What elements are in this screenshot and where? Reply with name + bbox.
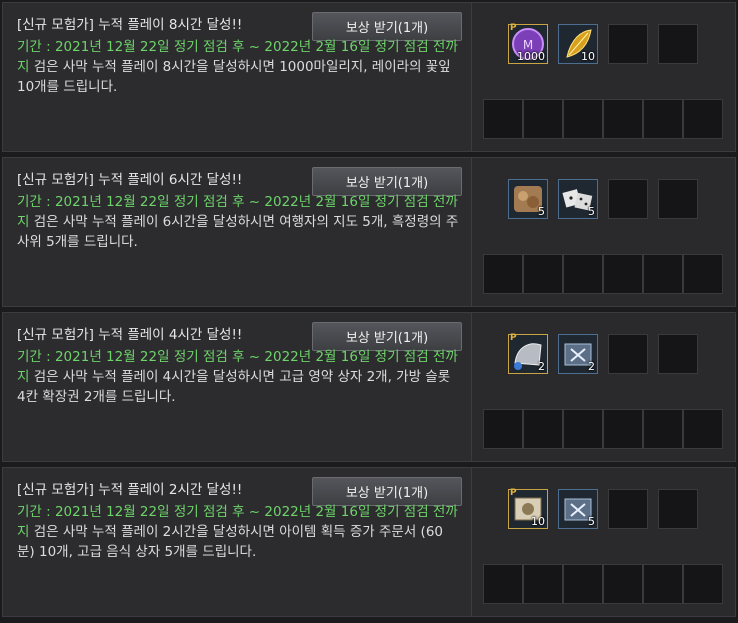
quest-card: [신규 모험가] 누적 플레이 8시간 달성!! 보상 받기(1개) 기간 : 20… — [2, 2, 736, 152]
quest-reward-list: [신규 모험가] 누적 플레이 8시간 달성!! 보상 받기(1개) 기간 : 20… — [0, 0, 738, 623]
empty-reward-slot — [683, 409, 723, 449]
empty-reward-slot — [563, 409, 603, 449]
empty-reward-slot — [608, 179, 648, 219]
empty-reward-slot — [658, 24, 698, 64]
empty-reward-slot — [603, 564, 643, 604]
quest-info: [신규 모험가] 누적 플레이 6시간 달성!! 보상 받기(1개) 기간 : 20… — [3, 158, 471, 306]
quest-description: 기간 : 2021년 12월 22일 정기 점검 후 ~ 2022년 2월 16… — [17, 347, 459, 407]
empty-reward-slot — [563, 564, 603, 604]
empty-reward-slot — [483, 564, 523, 604]
empty-reward-slot — [608, 24, 648, 64]
reward-item-slot[interactable]: P 10 — [508, 488, 548, 529]
quest-card: [신규 모험가] 누적 플레이 2시간 달성!! 보상 받기(1개) 기간 : 20… — [2, 467, 736, 617]
reward-item-slot[interactable]: 5 — [508, 179, 548, 219]
quest-title: [신규 모험가] 누적 플레이 6시간 달성!! — [17, 172, 243, 188]
item-quantity: 10 — [531, 515, 545, 528]
quest-description: 기간 : 2021년 12월 22일 정기 점검 후 ~ 2022년 2월 16… — [17, 192, 459, 252]
item-quantity: 1000 — [517, 50, 545, 63]
quest-title: [신규 모험가] 누적 플레이 2시간 달성!! — [17, 482, 243, 498]
empty-reward-slot — [563, 254, 603, 294]
quest-title: [신규 모험가] 누적 플레이 4시간 달성!! — [17, 327, 243, 343]
empty-reward-slot — [523, 564, 563, 604]
empty-reward-slot — [603, 254, 643, 294]
premium-mark: P — [510, 23, 517, 33]
reward-item-slot[interactable]: 10 — [558, 24, 598, 64]
item-quantity: 5 — [588, 205, 595, 218]
empty-reward-slot — [608, 334, 648, 374]
reward-item-slot[interactable]: 5 — [558, 489, 598, 529]
empty-reward-slot — [523, 254, 563, 294]
empty-reward-slot — [643, 99, 683, 139]
empty-reward-slot — [658, 179, 698, 219]
premium-mark: P — [510, 333, 517, 343]
reward-item-slot[interactable]: 2 — [558, 334, 598, 374]
reward-item-slot[interactable]: M P 1000 — [508, 23, 548, 64]
item-quantity: 10 — [581, 50, 595, 63]
quest-info: [신규 모험가] 누적 플레이 8시간 달성!! 보상 받기(1개) 기간 : 20… — [3, 3, 471, 151]
quest-description: 기간 : 2021년 12월 22일 정기 점검 후 ~ 2022년 2월 16… — [17, 502, 459, 562]
reward-description: 검은 사막 누적 플레이 2시간을 달성하시면 아이템 획득 증가 주문서 (6… — [17, 524, 443, 560]
empty-reward-slot — [523, 99, 563, 139]
reward-slots: P 10 5 — [471, 468, 735, 616]
reward-description: 검은 사막 누적 플레이 4시간을 달성하시면 고급 영약 상자 2개, 가방 … — [17, 369, 451, 405]
reward-description: 검은 사막 누적 플레이 8시간을 달성하시면 1000마일리지, 레이라의 꽃… — [17, 59, 451, 95]
premium-mark: P — [510, 488, 517, 498]
empty-reward-slot — [483, 409, 523, 449]
quest-card: [신규 모험가] 누적 플레이 4시간 달성!! 보상 받기(1개) 기간 : 20… — [2, 312, 736, 462]
empty-reward-slot — [603, 99, 643, 139]
item-quantity: 5 — [588, 515, 595, 528]
item-quantity: 2 — [588, 360, 595, 373]
reward-slots: 55 — [471, 158, 735, 306]
reward-slots: P22 — [471, 313, 735, 461]
reward-slots: M P 1000 10 — [471, 3, 735, 151]
empty-reward-slot — [483, 254, 523, 294]
empty-reward-slot — [683, 99, 723, 139]
empty-reward-slot — [483, 99, 523, 139]
empty-reward-slot — [603, 409, 643, 449]
empty-reward-slot — [643, 564, 683, 604]
empty-reward-slot — [608, 489, 648, 529]
quest-info: [신규 모험가] 누적 플레이 2시간 달성!! 보상 받기(1개) 기간 : 20… — [3, 468, 471, 616]
empty-reward-slot — [523, 409, 563, 449]
empty-reward-slot — [658, 489, 698, 529]
quest-card: [신규 모험가] 누적 플레이 6시간 달성!! 보상 받기(1개) 기간 : 20… — [2, 157, 736, 307]
quest-description: 기간 : 2021년 12월 22일 정기 점검 후 ~ 2022년 2월 16… — [17, 37, 459, 97]
item-quantity: 2 — [538, 360, 545, 373]
empty-reward-slot — [658, 334, 698, 374]
quest-title: [신규 모험가] 누적 플레이 8시간 달성!! — [17, 17, 243, 33]
reward-item-slot[interactable]: P2 — [508, 333, 548, 374]
reward-item-slot[interactable]: 5 — [558, 179, 598, 219]
empty-reward-slot — [563, 99, 603, 139]
item-quantity: 5 — [538, 205, 545, 218]
quest-info: [신규 모험가] 누적 플레이 4시간 달성!! 보상 받기(1개) 기간 : 20… — [3, 313, 471, 461]
empty-reward-slot — [643, 409, 683, 449]
reward-description: 검은 사막 누적 플레이 6시간을 달성하시면 여행자의 지도 5개, 흑정령의… — [17, 214, 459, 250]
empty-reward-slot — [683, 254, 723, 294]
empty-reward-slot — [683, 564, 723, 604]
empty-reward-slot — [643, 254, 683, 294]
